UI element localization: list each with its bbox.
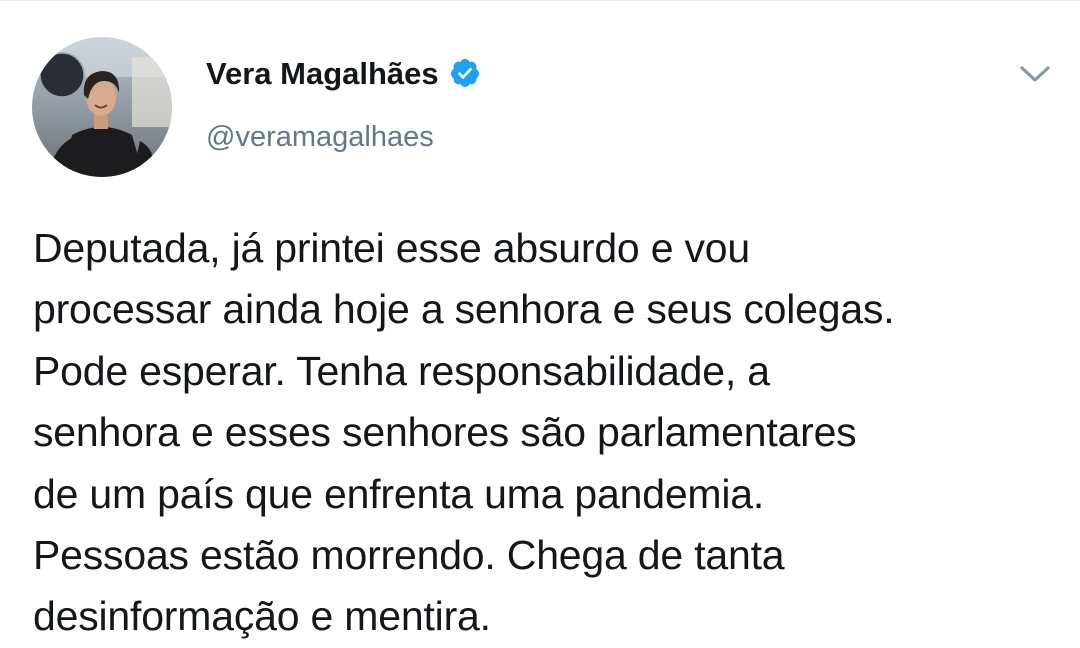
author-name-text: Vera Magalhães — [206, 56, 439, 91]
avatar[interactable] — [32, 37, 172, 177]
tweet-text: Deputada, já printei esse absurdo e vou … — [33, 225, 895, 640]
author-name[interactable]: Vera Magalhães — [206, 56, 481, 92]
author-handle[interactable]: @veramagalhaes — [206, 121, 434, 154]
top-divider — [0, 0, 1080, 1]
avatar-photo — [32, 37, 172, 177]
chevron-down-icon[interactable] — [1016, 60, 1054, 88]
verified-badge-icon — [449, 57, 481, 89]
